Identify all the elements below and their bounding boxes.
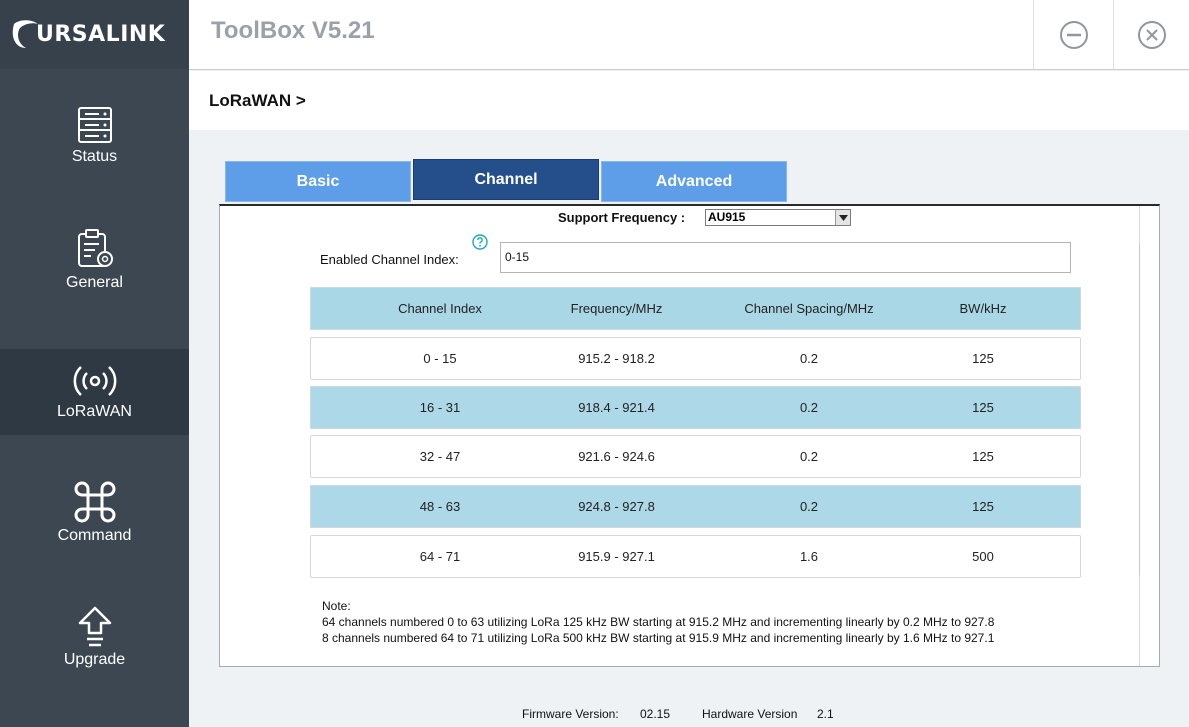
tab-advanced[interactable]: Advanced — [601, 161, 787, 202]
general-icon — [77, 229, 113, 267]
sidebar-item-general[interactable]: General — [0, 228, 189, 314]
table-cell: 915.9 - 927.1 — [578, 549, 655, 564]
status-icon — [77, 107, 112, 143]
table-cell: 125 — [972, 351, 994, 366]
lorawan-icon — [73, 366, 116, 396]
minimize-icon — [1059, 20, 1088, 49]
table-cell: 125 — [972, 449, 994, 464]
channel-panel: Support Frequency : AU915 Enabled Channe… — [219, 204, 1160, 667]
hardware-version-label: Hardware Version — [702, 707, 798, 721]
version-footer: Firmware Version: 02.15 Hardware Version… — [189, 700, 1189, 727]
table-cell: 0 - 15 — [423, 351, 457, 366]
table-cell: 48 - 63 — [419, 499, 461, 514]
sidebar: URSALINK Status General LoRaWAN Command … — [0, 0, 189, 727]
command-icon — [74, 481, 115, 523]
table-cell: 918.4 - 921.4 — [578, 400, 655, 415]
table-cell: 125 — [972, 400, 994, 415]
table-header-cell: Channel Index — [398, 301, 482, 316]
support-frequency-label: Support Frequency : — [558, 210, 686, 225]
table-header-cell: Channel Spacing/MHz — [744, 301, 874, 316]
note-title: Note: — [322, 599, 351, 613]
support-frequency-select[interactable]: AU915 — [705, 209, 851, 226]
help-icon[interactable] — [472, 234, 488, 250]
table-cell: 0.2 — [799, 400, 819, 415]
title-bar: ToolBox V5.21 — [189, 0, 1189, 70]
sidebar-item-label: LoRaWAN — [57, 403, 132, 420]
logo-text: URSALINK — [36, 22, 166, 47]
enabled-channel-index-input[interactable]: 0-15 — [500, 242, 1071, 273]
table-row: 48 - 63 924.8 - 927.8 0.2 125 — [310, 485, 1081, 528]
upgrade-icon — [78, 606, 111, 647]
table-cell: 0.2 — [799, 351, 819, 366]
table-cell: 0.2 — [799, 499, 819, 514]
sidebar-item-label: Command — [57, 527, 132, 544]
table-header: Channel Index Frequency/MHz Channel Spac… — [310, 287, 1081, 330]
table-cell: 125 — [972, 499, 994, 514]
scrollbar[interactable] — [1139, 206, 1149, 666]
table-cell: 1.6 — [799, 549, 819, 564]
sidebar-item-label: Upgrade — [63, 651, 126, 668]
firmware-version-label: Firmware Version: — [522, 707, 619, 721]
note-line: 8 channels numbered 64 to 71 utilizing L… — [322, 631, 995, 645]
close-button[interactable] — [1113, 0, 1189, 69]
support-frequency-value: AU915 — [708, 210, 746, 224]
table-cell: 921.6 - 924.6 — [578, 449, 655, 464]
table-cell: 915.2 - 918.2 — [578, 351, 655, 366]
note-line: 64 channels numbered 0 to 63 utilizing L… — [322, 615, 995, 629]
sidebar-item-label: General — [66, 274, 123, 291]
table-cell: 924.8 - 927.8 — [578, 499, 655, 514]
sidebar-item-status[interactable]: Status — [0, 106, 189, 192]
breadcrumb-bar: LoRaWAN > — [189, 71, 1189, 130]
tab-basic[interactable]: Basic — [225, 161, 411, 202]
table-cell: 0.2 — [799, 449, 819, 464]
sidebar-item-lorawan[interactable]: LoRaWAN — [0, 349, 189, 435]
sidebar-item-command[interactable]: Command — [0, 471, 189, 557]
table-row: 64 - 71 915.9 - 927.1 1.6 500 — [310, 535, 1081, 578]
hardware-version-value: 2.1 — [817, 707, 834, 721]
table-cell: 500 — [972, 549, 994, 564]
sidebar-item-upgrade[interactable]: Upgrade — [0, 593, 189, 679]
firmware-version-value: 02.15 — [640, 707, 671, 721]
table-cell: 16 - 31 — [419, 400, 461, 415]
sidebar-item-label: Status — [71, 148, 118, 165]
minimize-button[interactable] — [1033, 0, 1113, 69]
breadcrumb: LoRaWAN > — [209, 91, 306, 110]
table-cell: 64 - 71 — [419, 549, 461, 564]
table-header-cell: Frequency/MHz — [570, 301, 663, 316]
brand-logo: URSALINK — [0, 0, 189, 69]
table-row: 32 - 47 921.6 - 924.6 0.2 125 — [310, 435, 1081, 478]
enabled-channel-index-label: Enabled Channel Index: — [320, 252, 459, 267]
dropdown-arrow-icon — [835, 210, 850, 225]
table-row: 16 - 31 918.4 - 921.4 0.2 125 — [310, 386, 1081, 429]
table-cell: 32 - 47 — [419, 449, 461, 464]
channel-note: Note: 64 channels numbered 0 to 63 utili… — [322, 598, 994, 646]
table-row: 0 - 15 915.2 - 918.2 0.2 125 — [310, 337, 1081, 380]
tab-channel[interactable]: Channel — [413, 159, 599, 200]
close-icon — [1137, 20, 1166, 49]
scrollbar-thumb[interactable] — [1139, 244, 1149, 574]
table-header-cell: BW/kHz — [959, 301, 1007, 316]
app-title: ToolBox V5.21 — [211, 17, 375, 44]
